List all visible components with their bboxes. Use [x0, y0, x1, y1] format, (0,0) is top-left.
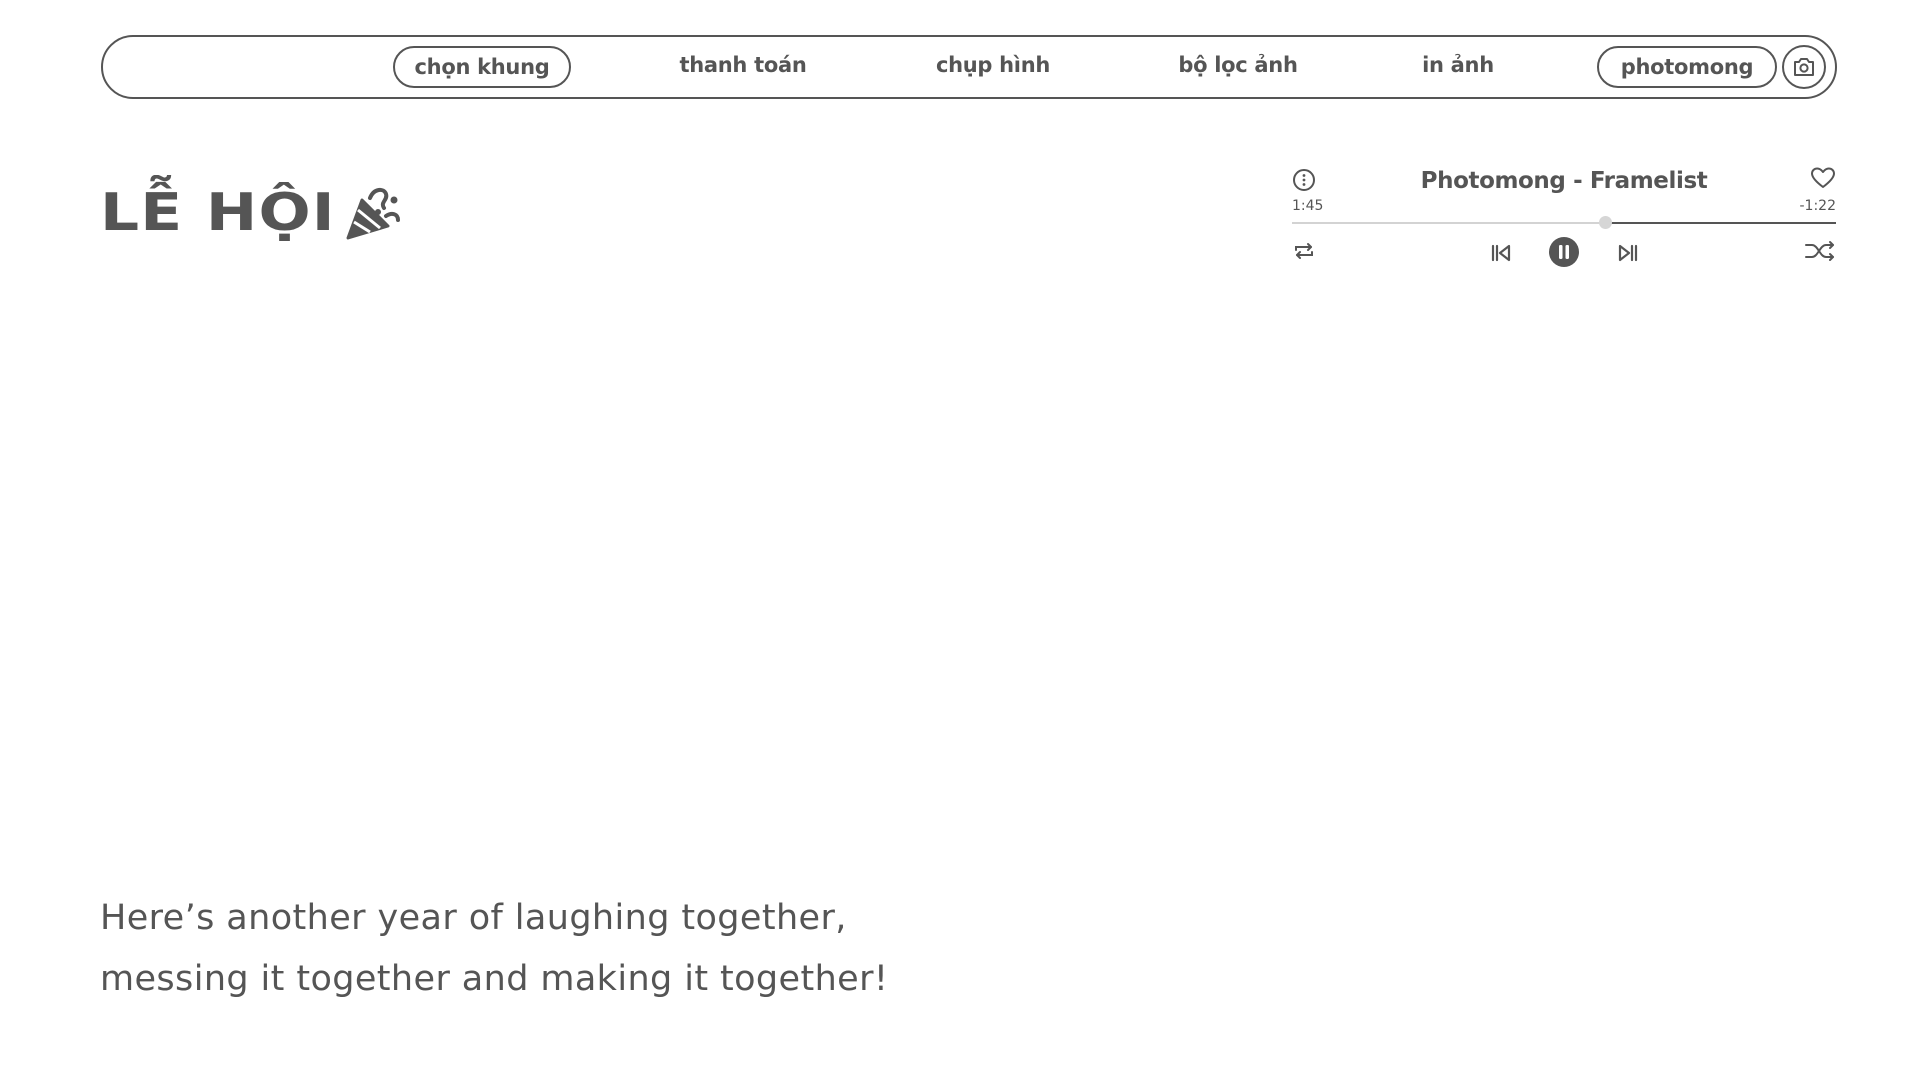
music-player: Photomong - Framelist 1:45 -1:22	[1292, 160, 1836, 270]
progress-knob[interactable]	[1598, 216, 1612, 229]
nav-item-chon-khung[interactable]: chọn khung	[393, 46, 571, 88]
tagline: Here’s another year of laughing together…	[100, 888, 1000, 1010]
camera-icon	[1794, 58, 1814, 76]
remaining-time: -1:22	[1799, 198, 1837, 214]
camera-button[interactable]	[1782, 45, 1826, 89]
progress-bar[interactable]	[1292, 216, 1836, 229]
tagline-line-1: Here’s another year of laughing together…	[100, 898, 847, 938]
page-heading: LỄ HỘI	[100, 178, 400, 248]
nav-item-photomong[interactable]: photomong	[1597, 46, 1777, 88]
heart-icon[interactable]	[1810, 166, 1836, 190]
nav-item-thanh-toan[interactable]: thanh toán	[658, 46, 828, 88]
skip-previous-icon[interactable]	[1489, 241, 1513, 265]
page-title: LỄ HỘI	[100, 183, 336, 243]
shuffle-icon[interactable]	[1804, 239, 1836, 263]
nav-item-bo-loc-anh[interactable]: bộ lọc ảnh	[1148, 46, 1328, 88]
nav-item-in-anh[interactable]: in ảnh	[1403, 46, 1513, 88]
nav-item-chup-hinh[interactable]: chụp hình	[908, 46, 1078, 88]
top-navigation: chọn khung thanh toán chụp hình bộ lọc ả…	[101, 35, 1837, 99]
skip-next-icon[interactable]	[1616, 241, 1640, 265]
repeat-icon[interactable]	[1292, 240, 1316, 262]
track-title: Photomong - Framelist	[1420, 168, 1708, 194]
party-popper-icon	[346, 187, 400, 240]
elapsed-time: 1:45	[1292, 198, 1324, 214]
tagline-line-2: messing it together and making it togeth…	[100, 959, 889, 999]
pause-icon[interactable]	[1548, 236, 1580, 268]
progress-fill	[1292, 222, 1605, 224]
